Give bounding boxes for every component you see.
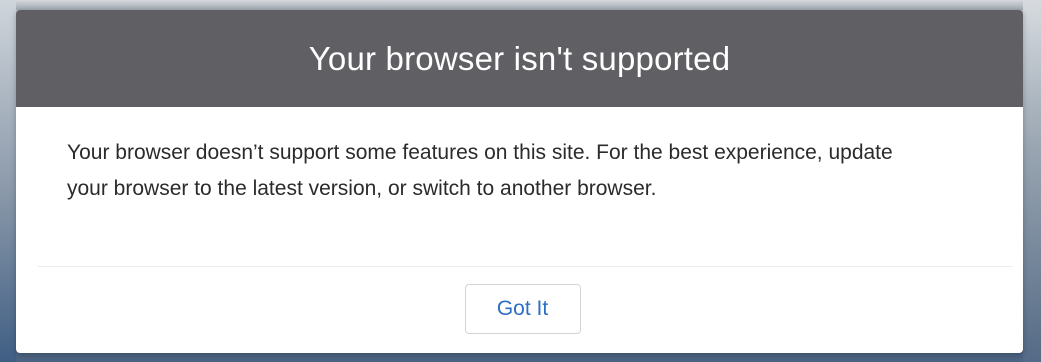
backdrop-right — [1023, 0, 1041, 362]
dialog-message: Your browser doesn’t support some featur… — [67, 141, 893, 200]
backdrop-top — [0, 0, 1041, 10]
dialog-header: Your browser isn't supported — [16, 10, 1023, 107]
dialog-body: Your browser doesn’t support some featur… — [38, 107, 1013, 267]
dialog-title: Your browser isn't supported — [308, 39, 731, 77]
backdrop-left — [0, 0, 16, 362]
dialog-footer: Got It — [16, 267, 1023, 352]
got-it-button[interactable]: Got It — [464, 283, 581, 334]
unsupported-browser-dialog: Your browser isn't supported Your browse… — [16, 10, 1023, 353]
